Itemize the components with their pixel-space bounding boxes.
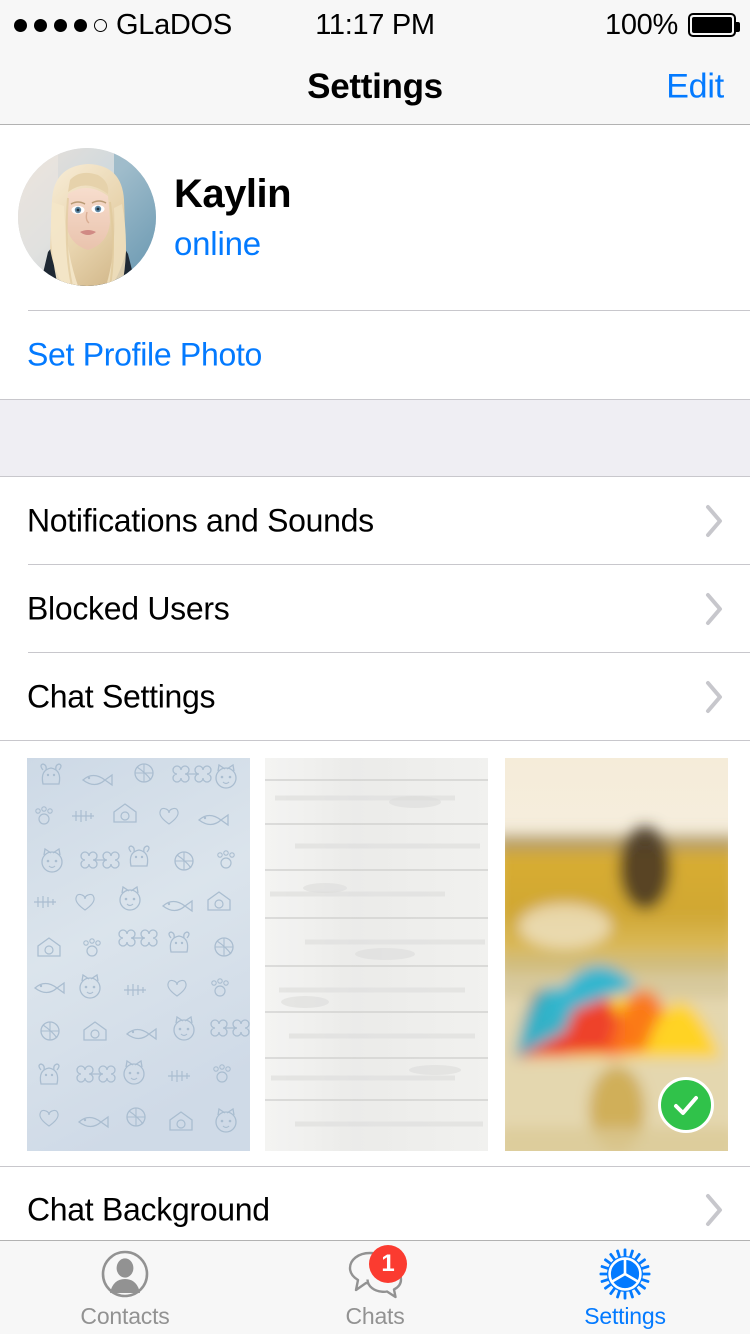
chevron-right-icon [705, 504, 725, 538]
navigation-bar: Settings Edit [0, 50, 750, 125]
tab-contacts[interactable]: Contacts [0, 1241, 250, 1334]
tab-label: Contacts [80, 1303, 169, 1330]
row-blocked-users[interactable]: Blocked Users [0, 565, 750, 653]
row-chat-settings[interactable]: Chat Settings [0, 653, 750, 741]
selected-check-icon [658, 1077, 714, 1133]
chevron-right-icon [705, 592, 725, 626]
settings-content: Kaylin online Set Profile Photo Notifica… [0, 126, 750, 1240]
tab-label: Settings [584, 1303, 666, 1330]
wallpaper-picker [0, 741, 750, 1166]
section-gap [0, 399, 750, 477]
chevron-right-icon [705, 1193, 725, 1227]
contacts-person-icon [97, 1249, 153, 1299]
status-bar-right: 100% [605, 9, 736, 42]
row-label: Chat Background [27, 1192, 270, 1229]
battery-percent: 100% [605, 9, 678, 42]
settings-gear-icon [597, 1249, 653, 1299]
edit-button[interactable]: Edit [666, 68, 724, 107]
row-label: Notifications and Sounds [27, 503, 374, 540]
page-title: Settings [0, 67, 750, 107]
battery-icon [688, 13, 736, 37]
tab-settings[interactable]: Settings [500, 1241, 750, 1334]
row-label: Blocked Users [27, 591, 229, 628]
wallpaper-thumb-pet-doodles[interactable] [27, 758, 250, 1151]
set-profile-photo-row[interactable]: Set Profile Photo [0, 311, 750, 399]
tab-label: Chats [345, 1303, 404, 1330]
row-label: Chat Settings [27, 679, 215, 716]
profile-header[interactable]: Kaylin online [0, 126, 750, 311]
chats-bubbles-icon: 1 [347, 1249, 403, 1299]
profile-status: online [174, 225, 261, 263]
row-notifications-and-sounds[interactable]: Notifications and Sounds [0, 477, 750, 565]
chevron-right-icon [705, 680, 725, 714]
chats-unread-badge: 1 [369, 1245, 407, 1283]
avatar[interactable] [18, 148, 156, 286]
wallpaper-thumb-white-wood[interactable] [265, 758, 488, 1151]
set-profile-photo-label: Set Profile Photo [27, 337, 262, 374]
wallpaper-thumb-umbrella-photo[interactable] [505, 758, 728, 1151]
profile-name: Kaylin [174, 172, 291, 217]
settings-screen: GLaDOS 11:17 PM 100% Settings Edit [0, 0, 750, 1334]
separator [0, 1166, 750, 1167]
tab-chats[interactable]: 1 Chats [250, 1241, 500, 1334]
tab-bar: Contacts 1 Chats [0, 1240, 750, 1334]
status-bar: GLaDOS 11:17 PM 100% [0, 0, 750, 50]
